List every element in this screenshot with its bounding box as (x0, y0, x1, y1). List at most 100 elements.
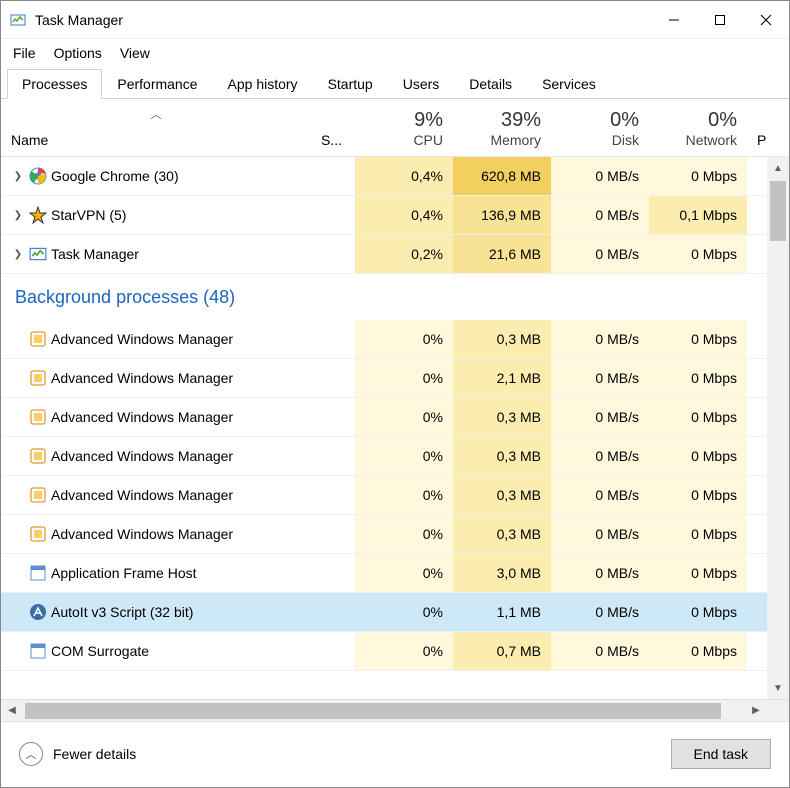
group-title: Background processes (48) (15, 287, 235, 308)
process-disk: 0 MB/s (551, 196, 649, 234)
disk-pct: 0% (561, 109, 639, 132)
tab-performance[interactable]: Performance (102, 69, 212, 98)
process-network: 0 Mbps (649, 359, 747, 397)
scroll-left-icon[interactable]: ◀ (1, 700, 23, 721)
process-memory: 21,6 MB (453, 235, 551, 273)
process-cpu: 0% (355, 515, 453, 553)
footer: ︿ Fewer details End task (1, 721, 789, 785)
process-row[interactable]: Application Frame Host 0% 3,0 MB 0 MB/s … (1, 554, 767, 593)
tab-app-history[interactable]: App history (213, 69, 313, 98)
menubar: File Options View (1, 39, 789, 67)
horizontal-scrollbar[interactable]: ◀ ▶ (1, 699, 789, 721)
process-row[interactable]: AutoIt v3 Script (32 bit) 0% 1,1 MB 0 MB… (1, 593, 767, 632)
process-cpu: 0,4% (355, 157, 453, 195)
tab-processes[interactable]: Processes (7, 69, 102, 99)
process-row[interactable]: Advanced Windows Manager 0% 0,3 MB 0 MB/… (1, 515, 767, 554)
titlebar: Task Manager (1, 1, 789, 39)
process-cpu: 0% (355, 476, 453, 514)
fewer-details-label: Fewer details (53, 746, 136, 762)
expand-icon[interactable]: ❯ (11, 247, 25, 261)
fewer-details-button[interactable]: ︿ Fewer details (19, 742, 136, 766)
close-button[interactable] (743, 1, 789, 39)
process-list: ❯ Google Chrome (30) 0,4% 620,8 MB 0 MB/… (1, 157, 789, 699)
chrome-icon (29, 167, 47, 185)
vertical-scrollbar[interactable]: ▲ ▼ (767, 157, 789, 699)
menu-file[interactable]: File (5, 43, 44, 63)
col-extra[interactable]: P (747, 126, 767, 156)
awm-icon (29, 447, 47, 465)
process-row[interactable]: COM Surrogate 0% 0,7 MB 0 MB/s 0 Mbps (1, 632, 767, 671)
process-memory: 0,3 MB (453, 320, 551, 358)
awm-icon (29, 408, 47, 426)
disk-lbl: Disk (561, 132, 639, 148)
process-memory: 3,0 MB (453, 554, 551, 592)
menu-options[interactable]: Options (46, 43, 110, 63)
cpu-pct: 9% (365, 109, 443, 132)
tab-startup[interactable]: Startup (313, 69, 388, 98)
process-cpu: 0,2% (355, 235, 453, 273)
process-name: Advanced Windows Manager (51, 409, 233, 425)
process-disk: 0 MB/s (551, 235, 649, 273)
process-network: 0 Mbps (649, 632, 747, 670)
task-manager-icon (9, 11, 27, 29)
tab-users[interactable]: Users (388, 69, 455, 98)
col-status[interactable]: S... (311, 126, 355, 156)
process-disk: 0 MB/s (551, 398, 649, 436)
column-headers: ︿ Name S... 9%CPU 39%Memory 0%Disk 0%Net… (1, 99, 789, 157)
col-memory[interactable]: 39%Memory (453, 103, 551, 156)
col-name[interactable]: ︿ Name (1, 100, 311, 156)
scroll-up-icon[interactable]: ▲ (767, 157, 789, 179)
process-disk: 0 MB/s (551, 593, 649, 631)
process-cpu: 0% (355, 359, 453, 397)
net-pct: 0% (659, 109, 737, 132)
awm-icon (29, 486, 47, 504)
process-row[interactable]: Advanced Windows Manager 0% 2,1 MB 0 MB/… (1, 359, 767, 398)
col-disk[interactable]: 0%Disk (551, 103, 649, 156)
minimize-button[interactable] (651, 1, 697, 39)
mem-lbl: Memory (463, 132, 541, 148)
sort-indicator-icon: ︿ (11, 106, 301, 122)
maximize-button[interactable] (697, 1, 743, 39)
star-icon (29, 206, 47, 224)
col-cpu[interactable]: 9%CPU (355, 103, 453, 156)
app-icon (29, 642, 47, 660)
process-row[interactable]: Advanced Windows Manager 0% 0,3 MB 0 MB/… (1, 320, 767, 359)
process-name: Advanced Windows Manager (51, 448, 233, 464)
process-row[interactable]: Advanced Windows Manager 0% 0,3 MB 0 MB/… (1, 437, 767, 476)
process-row[interactable]: Advanced Windows Manager 0% 0,3 MB 0 MB/… (1, 476, 767, 515)
app-icon (29, 564, 47, 582)
process-network: 0 Mbps (649, 437, 747, 475)
process-cpu: 0% (355, 437, 453, 475)
awm-icon (29, 525, 47, 543)
process-cpu: 0% (355, 632, 453, 670)
process-row[interactable]: Advanced Windows Manager 0% 0,3 MB 0 MB/… (1, 398, 767, 437)
autoit-icon (29, 603, 47, 621)
process-name: Advanced Windows Manager (51, 370, 233, 386)
scroll-down-icon[interactable]: ▼ (767, 677, 789, 699)
process-network: 0 Mbps (649, 476, 747, 514)
process-network: 0,1 Mbps (649, 196, 747, 234)
tab-details[interactable]: Details (454, 69, 527, 98)
process-disk: 0 MB/s (551, 437, 649, 475)
end-task-button[interactable]: End task (671, 739, 771, 769)
menu-view[interactable]: View (112, 43, 158, 63)
awm-icon (29, 369, 47, 387)
scroll-thumb[interactable] (770, 181, 786, 241)
process-disk: 0 MB/s (551, 476, 649, 514)
scroll-right-icon[interactable]: ▶ (745, 700, 767, 721)
process-row[interactable]: ❯ Google Chrome (30) 0,4% 620,8 MB 0 MB/… (1, 157, 767, 196)
expand-icon[interactable]: ❯ (11, 169, 25, 183)
process-row[interactable]: ❯ StarVPN (5) 0,4% 136,9 MB 0 MB/s 0,1 M… (1, 196, 767, 235)
expand-icon[interactable]: ❯ (11, 208, 25, 222)
awm-icon (29, 330, 47, 348)
process-memory: 2,1 MB (453, 359, 551, 397)
process-row[interactable]: ❯ Task Manager 0,2% 21,6 MB 0 MB/s 0 Mbp… (1, 235, 767, 274)
process-name: Task Manager (51, 246, 139, 262)
process-disk: 0 MB/s (551, 320, 649, 358)
process-network: 0 Mbps (649, 320, 747, 358)
process-disk: 0 MB/s (551, 359, 649, 397)
process-network: 0 Mbps (649, 554, 747, 592)
col-network[interactable]: 0%Network (649, 103, 747, 156)
tab-services[interactable]: Services (527, 69, 611, 98)
hscroll-thumb[interactable] (25, 703, 721, 719)
